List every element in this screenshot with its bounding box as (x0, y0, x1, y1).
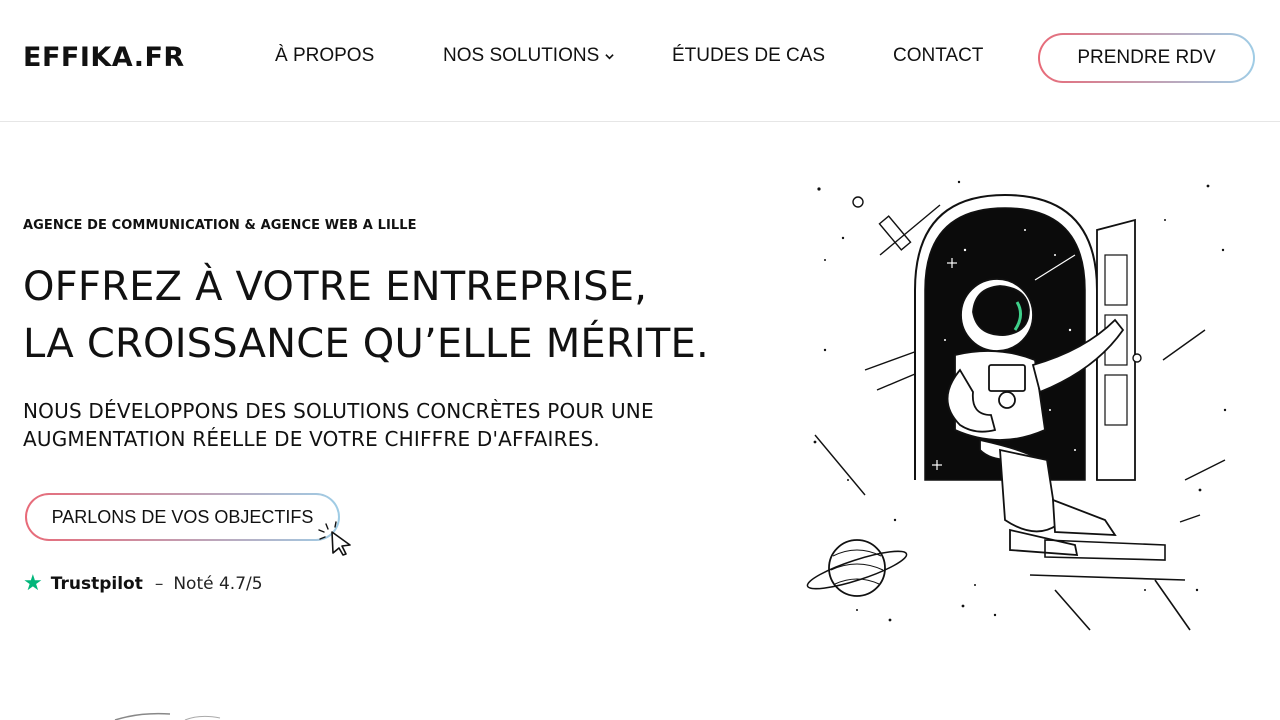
headline-line-1: OFFREZ À VOTRE ENTREPRISE, (23, 264, 648, 310)
parlons-objectifs-button[interactable]: PARLONS DE VOS OBJECTIFS (25, 493, 340, 541)
subtitle-line-1: NOUS DÉVELOPPONS DES SOLUTIONS CONCRÈTES… (23, 399, 654, 423)
nav-item-label: NOS SOLUTIONS (443, 45, 600, 66)
nav-item-nos-solutions[interactable]: NOS SOLUTIONS (443, 45, 614, 67)
logo[interactable]: EFFIKA.FR (23, 42, 185, 73)
hero-subtitle: NOUS DÉVELOPPONS DES SOLUTIONS CONCRÈTES… (23, 397, 763, 453)
trust-separator: – (154, 573, 164, 594)
next-section-peek (114, 712, 221, 720)
planet-icon (806, 539, 908, 597)
nav-item-etudes-de-cas[interactable]: ÉTUDES DE CAS (672, 45, 825, 67)
small-moon-icon (852, 196, 864, 208)
astronaut-illustration (806, 180, 1227, 631)
nav-item-contact[interactable]: CONTACT (893, 45, 983, 67)
chevron-down-icon (605, 54, 614, 60)
hero-eyebrow: AGENCE DE COMMUNICATION & AGENCE WEB A L… (23, 218, 417, 233)
trustpilot-brand: Trustpilot (50, 573, 143, 594)
nav-item-a-propos[interactable]: À PROPOS (275, 45, 374, 67)
hero-headline: OFFREZ À VOTRE ENTREPRISE, LA CROISSANCE… (23, 259, 709, 373)
cursor-click-icon (318, 521, 351, 556)
prendre-rdv-button[interactable]: PRENDRE RDV (1038, 33, 1255, 83)
headline-line-2: LA CROISSANCE QU’ELLE MÉRITE. (23, 321, 709, 367)
subtitle-line-2: AUGMENTATION RÉELLE DE VOTRE CHIFFRE D'A… (23, 427, 600, 451)
trustpilot-rating[interactable]: ★ Trustpilot – Noté 4.7/5 (23, 571, 263, 596)
trustpilot-star-icon: ★ (23, 571, 43, 596)
trust-rating-text: Noté 4.7/5 (173, 573, 263, 594)
site-header: EFFIKA.FR À PROPOS NOS SOLUTIONS ÉTUDES … (0, 0, 1280, 122)
